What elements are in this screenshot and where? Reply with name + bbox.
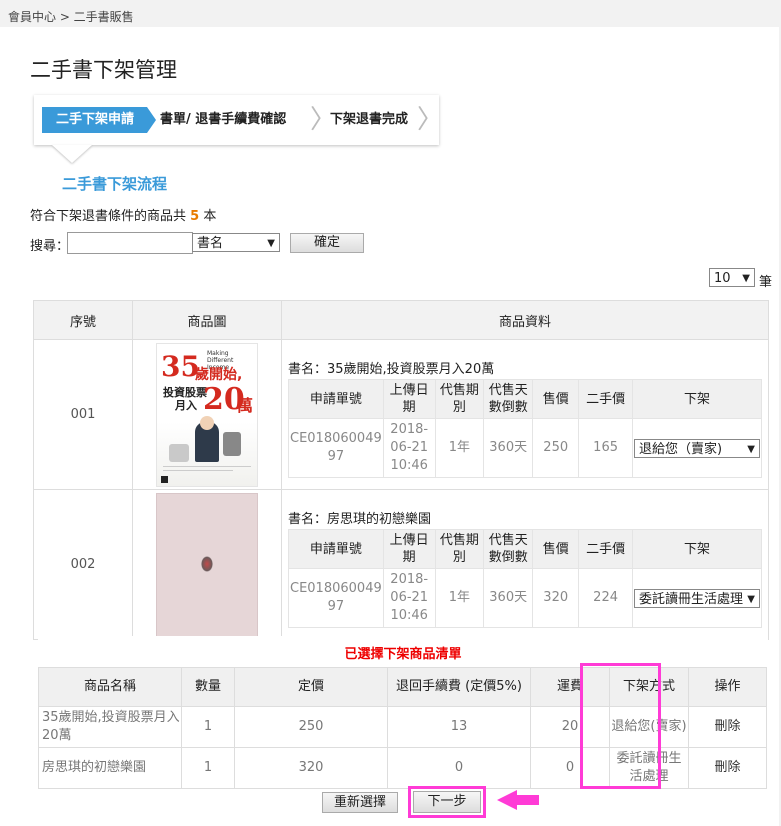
row-seq: 002	[33, 489, 133, 640]
days-left: 360天	[483, 418, 534, 478]
delist-method-select[interactable]: 委託讀冊生活處理 ▼	[634, 588, 760, 608]
per-page-unit: 筆	[759, 275, 773, 290]
product-name: 房思琪的初戀樂園	[38, 747, 182, 789]
step-1-arrow	[147, 107, 156, 133]
delete-link[interactable]: 刪除	[688, 747, 767, 789]
result-count: 符合下架退書條件的商品共 5 本	[30, 209, 217, 224]
search-submit-button[interactable]: 確定	[290, 233, 364, 253]
search-field-select[interactable]: 書名 ▼	[192, 233, 280, 252]
cover-figure	[201, 555, 213, 572]
product-name: 35歲開始,投資股票月入20萬	[38, 706, 182, 748]
book-cover-image[interactable]	[156, 492, 258, 637]
step-pointer	[52, 145, 92, 163]
selected-list-title: 已選擇下架商品清單	[344, 647, 462, 662]
count-number: 5	[190, 209, 200, 224]
delist-method-select[interactable]: 退給您（賣家) ▼	[634, 438, 760, 458]
quantity: 1	[181, 747, 235, 789]
table-row: 001 Making Different Income 35 歲開始, 投資股票…	[33, 339, 769, 490]
step-3: 下架退書完成	[330, 112, 409, 127]
per-page-select[interactable]: 10 ▼	[709, 268, 755, 287]
search-label: 搜尋：	[30, 239, 70, 254]
step-1-current: 二手下架申請	[42, 107, 147, 133]
step-2: 書單/ 退書手續費確認	[160, 112, 287, 127]
row-seq: 001	[33, 339, 133, 490]
days-left: 360天	[483, 568, 534, 628]
chevron-down-icon: ▼	[747, 443, 755, 455]
flow-link[interactable]: 二手書下架流程	[62, 173, 167, 194]
breadcrumb[interactable]: 會員中心 > 二手書販售	[8, 8, 134, 25]
column-header-seq: 序號	[33, 300, 133, 340]
order-number: CE018060049 97	[288, 568, 384, 628]
book-cover-image[interactable]: Making Different Income 35 歲開始, 投資股票 月入 …	[156, 342, 258, 487]
book-title: 書名：房思琪的初戀樂園	[288, 512, 432, 527]
used-price: 165	[578, 418, 633, 478]
reset-button[interactable]: 重新選擇	[322, 792, 398, 813]
consign-period: 1年	[434, 568, 485, 628]
list-price: 320	[234, 747, 388, 789]
arrow-shaft	[517, 795, 539, 805]
quantity: 1	[181, 706, 235, 748]
return-fee: 13	[387, 706, 531, 748]
book-detail-table: 申請單號 上傳日期 代售期別 代售天數倒數 售價 二手價 下架 CE018060…	[288, 379, 762, 478]
book-detail-table: 申請單號 上傳日期 代售期別 代售天數倒數 售價 二手價 下架 CE018060…	[288, 529, 762, 628]
consign-period: 1年	[434, 418, 485, 478]
products-table: 序號 商品圖 商品資料 001 Making Different Income …	[33, 300, 769, 640]
chevron-down-icon: ▼	[267, 238, 275, 249]
next-button[interactable]: 下一步	[413, 791, 481, 813]
price: 250	[532, 418, 580, 478]
used-price: 224	[578, 568, 633, 628]
upload-date: 2018-06-21 10:46	[382, 568, 436, 628]
chevron-down-icon: ▼	[742, 273, 750, 284]
table-row: 002 書名：房思琪的初戀樂園 申請單號 上傳日期 代售期別 代售天數倒數 售價…	[33, 489, 769, 640]
delete-link[interactable]: 刪除	[688, 706, 767, 748]
list-price: 250	[234, 706, 388, 748]
method-column-highlight	[580, 663, 661, 789]
column-header-image: 商品圖	[132, 300, 282, 340]
upload-date: 2018-06-21 10:46	[382, 418, 436, 478]
search-input[interactable]	[67, 232, 193, 254]
step-progress: 二手下架申請 書單/ 退書手續費確認 〉 下架退書完成 〉	[34, 95, 443, 145]
book-title: 書名：35歲開始,投資股票月入20萬	[288, 362, 495, 377]
return-fee: 0	[387, 747, 531, 789]
order-number: CE018060049 97	[288, 418, 384, 478]
page-title: 二手書下架管理	[30, 58, 177, 82]
chevron-down-icon: ▼	[747, 593, 755, 605]
column-header-info: 商品資料	[281, 300, 769, 340]
arrow-left-icon	[497, 790, 517, 810]
price: 320	[532, 568, 580, 628]
step-separator-icon: 〉	[417, 105, 444, 135]
